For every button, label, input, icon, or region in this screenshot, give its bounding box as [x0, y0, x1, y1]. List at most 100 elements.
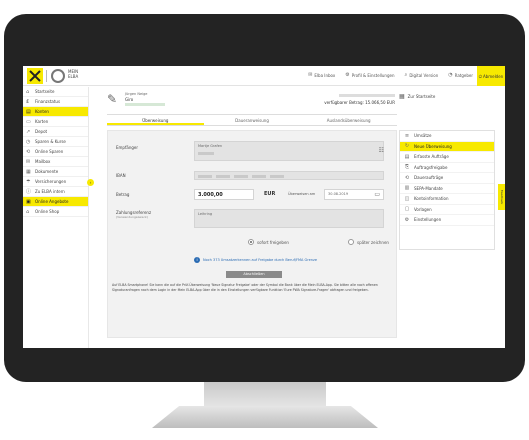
zweck-sub-label: (Verwendungszweck) [116, 215, 148, 219]
account-owner: Jürgen Neige [125, 92, 148, 96]
top-link-ratgeber[interactable]: ◔ Ratgeber [448, 72, 473, 78]
startseite-link[interactable]: ▦ Zur Startseite [399, 93, 435, 100]
sidebar-item-online-angebote[interactable]: ▣ Online Angebote [23, 197, 88, 207]
right-menu: ≡ Umsätze ↻ Neue Überweisung ▤ Erfasste Auf… [399, 130, 495, 250]
empfaenger-value: Martje Grafen [198, 144, 223, 148]
right-menu-dauerauftraege[interactable]: ⟲ Daueraufträge [400, 173, 494, 184]
sidebar-item-versicherungen[interactable]: ☂ Versicherungen [23, 177, 88, 187]
top-link-digital[interactable]: ⌕ Digital Version [405, 72, 439, 78]
right-menu-auftragsfreigabe[interactable]: ⎘ Auftragsfreigabe [400, 163, 494, 173]
top-links: ✉ Elba Inbox ⚙ Profil & Einstellungen ⌕ … [308, 72, 473, 78]
radio-spaeter-dot[interactable] [348, 239, 354, 245]
logout-icon: ⏻ [478, 73, 482, 79]
empfaenger-blurred [198, 152, 214, 155]
radio-sofort-dot[interactable] [248, 239, 254, 245]
gear-icon: ⚙ [345, 72, 350, 78]
sidebar-item-label: Online Shop [35, 209, 60, 214]
sidebar-item-sparen[interactable]: ◷ Sparen & Kurse [23, 137, 88, 147]
right-menu-kontoinformation[interactable]: ◫ Kontoinformation [400, 194, 494, 205]
betrag-field[interactable]: 3.000,00 [194, 189, 254, 200]
radio-sofort[interactable]: sofort freigeben [248, 239, 289, 245]
account-balance: verfügbarer Betrag: 15.066,50 EUR [324, 100, 395, 105]
limit-hint: i Noch 373 Umsatzerkennen auf Freigabe d… [194, 257, 317, 263]
sidebar-item-finanzstatus[interactable]: ₤ Finanzstatus [23, 97, 88, 107]
right-menu-neue-ueberweisung[interactable]: ↻ Neue Überweisung [400, 141, 494, 152]
sidebar-collapse-handle[interactable]: ‹ [87, 179, 94, 186]
sidebar-item-startseite[interactable]: ⌂ Startseite [23, 87, 88, 97]
sidebar-item-dokumente[interactable]: ▦ Dokumente [23, 167, 88, 177]
right-menu-label: Daueraufträge [414, 175, 444, 181]
angebote-icon: ▣ [26, 198, 31, 205]
sidebar-item-label: Mailbox [35, 159, 51, 164]
top-link-label: Digital Version [409, 72, 439, 78]
address-book-icon[interactable]: ☷ [379, 147, 384, 154]
standing-icon: ⟲ [404, 174, 410, 181]
sidebar-item-depot[interactable]: ↗ Depot [23, 127, 88, 137]
info-icon: ⓘ [26, 189, 32, 195]
save-icon: ◷ [26, 138, 31, 145]
sidebar-item-label: Startseite [35, 89, 55, 94]
radio-spaeter-label: später zeichnen [357, 239, 389, 245]
tab-auslandsueberweisung[interactable]: Auslandsüberweisung [300, 116, 397, 125]
iban-field[interactable] [194, 171, 384, 180]
date-field[interactable]: 30.08.2019 ▭ [324, 189, 384, 200]
right-menu-vorlagen[interactable]: ▢ Vorlagen [400, 205, 494, 215]
raiffeisen-gable-icon [29, 70, 41, 82]
radio-spaeter[interactable]: später zeichnen [348, 239, 389, 245]
feedback-tab[interactable]: Feedback [498, 184, 505, 210]
tab-daueranweisung[interactable]: Daueranweisung [204, 116, 301, 125]
logout-label: Abmelden [482, 73, 504, 79]
zweck-label: Zahlungsreferenz (Verwendungszweck) [116, 210, 151, 219]
right-menu-sepa-mandate[interactable]: ▥ SEPA-Mandate [400, 184, 494, 194]
logout-button[interactable]: ⏻ Abmelden [477, 66, 505, 86]
sidebar-item-elba-intern[interactable]: ⓘ Zu ELBA intern [23, 187, 88, 197]
chat-icon: ◔ [448, 72, 453, 78]
right-menu-einstellungen[interactable]: ⚙ Einstellungen [400, 215, 494, 226]
calendar-icon[interactable]: ▭ [374, 191, 380, 198]
chart-icon: ↗ [26, 128, 31, 135]
sidebar-item-online-shop[interactable]: ⌂ Online Shop [23, 207, 88, 217]
iban-blur-5 [270, 174, 284, 178]
betrag-value: 3.000,00 [198, 192, 223, 198]
right-menu-label: Kontoinformation [414, 196, 449, 202]
top-link-inbox[interactable]: ✉ Elba Inbox [308, 72, 335, 78]
iban-blur-3 [234, 174, 248, 178]
home-icon: ▦ [399, 93, 405, 100]
zweck-field[interactable]: Leihring [194, 209, 384, 228]
top-link-label: Ratgeber [454, 72, 473, 78]
top-link-label: Profil & Einstellungen [351, 72, 395, 78]
right-menu-label: Neue Überweisung [414, 143, 452, 149]
sidebar-item-konten[interactable]: ▤ Konten [23, 107, 88, 117]
monitor-neck [204, 382, 326, 408]
betrag-label: Betrag [116, 192, 130, 197]
right-menu-erfasste-auftraege[interactable]: ▤ Erfasste Aufträge [400, 152, 494, 163]
sidebar-item-karten[interactable]: ▭ Karten [23, 117, 88, 127]
screen: MEIN ELBA ✉ Elba Inbox ⚙ Profil & Einste… [23, 66, 505, 348]
empfaenger-field[interactable]: Martje Grafen [194, 141, 384, 161]
settings-icon: ⚙ [404, 216, 410, 223]
raiffeisen-logo[interactable] [27, 68, 43, 84]
transfer-icon: ↻ [404, 143, 410, 150]
sidebar-item-label: Zu ELBA intern [35, 189, 65, 194]
right-menu-umsaetze[interactable]: ≡ Umsätze [400, 131, 494, 142]
document-icon: ▦ [26, 168, 31, 175]
sidebar-item-label: Depot [35, 129, 48, 134]
search-icon: ⌕ [404, 72, 408, 78]
tab-ueberweisung[interactable]: Überweisung [107, 116, 204, 125]
account-number-blurred [125, 103, 165, 106]
submit-button[interactable]: Abschließen [226, 271, 282, 278]
sidebar-item-mailbox[interactable]: ✉ Mailbox [23, 157, 88, 167]
shop-icon: ⌂ [26, 208, 30, 215]
account-icon: ✎ [107, 92, 118, 106]
iban-blur-2 [216, 174, 230, 178]
transfer-form: Empfänger Martje Grafen ☷ IBAN Betrag 3.… [107, 130, 397, 338]
top-link-profile[interactable]: ⚙ Profil & Einstellungen [345, 72, 394, 78]
right-menu-label: Umsätze [414, 133, 432, 139]
sidebar-item-online-sparen[interactable]: ⟲ Online Sparen [23, 147, 88, 157]
list-icon: ≡ [404, 132, 410, 139]
right-menu-label: Vorlagen [414, 206, 432, 212]
sidebar-item-label: Versicherungen [35, 179, 67, 184]
header-divider [107, 114, 397, 115]
brand-text: MEIN ELBA [68, 69, 78, 79]
konten-icon: ▤ [26, 108, 31, 115]
